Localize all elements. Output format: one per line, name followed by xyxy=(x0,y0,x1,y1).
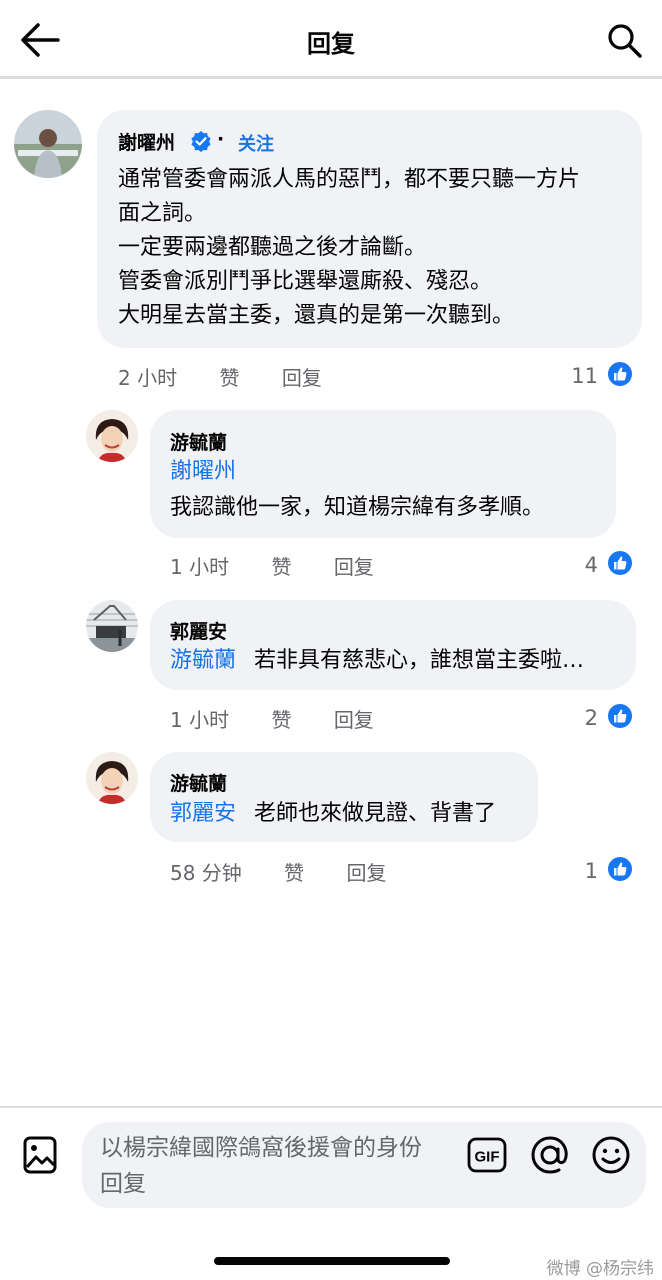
verified-badge-icon xyxy=(191,131,211,152)
avatar[interactable] xyxy=(86,752,138,804)
reply-button[interactable]: 回复 xyxy=(334,708,374,732)
comment-actions: 2 小时 赞 回复 xyxy=(118,362,358,391)
comment-text: 老師也來做見證、背書了 xyxy=(254,801,497,826)
comment-time: 58 分钟 xyxy=(170,861,242,885)
like-button[interactable]: 赞 xyxy=(219,366,239,390)
comment-author[interactable]: 游毓蘭 xyxy=(170,769,227,796)
reply-button[interactable]: 回复 xyxy=(334,555,374,579)
gif-icon[interactable]: GIF xyxy=(467,1137,507,1173)
comment-author[interactable]: 謝曜州 xyxy=(118,128,175,155)
home-indicator xyxy=(214,1257,450,1265)
like-count: 1 xyxy=(584,859,598,883)
like-thumb-icon xyxy=(606,549,634,577)
comment-time: 2 小时 xyxy=(118,366,178,390)
comment-time: 1 小时 xyxy=(170,708,230,732)
reply-input-placeholder: 以楊宗緯國際鴿窩後援會的身份回复 xyxy=(100,1135,422,1197)
like-thumb-icon xyxy=(606,702,634,730)
reply-button[interactable]: 回复 xyxy=(347,861,387,885)
like-thumb-icon xyxy=(606,360,634,388)
page-title: 回复 xyxy=(307,30,355,58)
top-bar: 回复 xyxy=(0,0,662,78)
comment-author[interactable]: 郭麗安 xyxy=(170,617,227,644)
like-button[interactable]: 赞 xyxy=(284,861,304,885)
comment-text-line: 面之詞。 xyxy=(118,201,207,226)
comment-actions: 1 小时 赞 回复 xyxy=(170,551,410,580)
like-button[interactable]: 赞 xyxy=(271,708,291,732)
dot-separator: · xyxy=(217,128,225,150)
emoji-icon[interactable] xyxy=(590,1134,632,1176)
comment-author[interactable]: 游毓蘭 xyxy=(170,428,227,455)
like-thumb-icon xyxy=(606,855,634,883)
like-button[interactable]: 赞 xyxy=(271,555,291,579)
avatar[interactable] xyxy=(86,600,138,652)
avatar[interactable] xyxy=(86,410,138,462)
comment-text-line: 大明星去當主委，還真的是第一次聽到。 xyxy=(118,303,515,328)
comment-time: 1 小时 xyxy=(170,555,230,579)
at-sign-icon[interactable] xyxy=(529,1134,571,1176)
composer-divider xyxy=(0,1106,662,1108)
comment-text-line: 一定要兩邊都聽過之後才論斷。 xyxy=(118,235,427,260)
mention-link[interactable]: 游毓蘭 xyxy=(170,643,236,678)
reply-input[interactable]: 以楊宗緯國際鴿窩後援會的身份回复 GIF xyxy=(82,1122,646,1208)
search-icon[interactable] xyxy=(604,20,644,60)
photo-icon[interactable] xyxy=(22,1135,58,1175)
like-count: 2 xyxy=(584,706,598,730)
comment-text: 我認識他一家，知道楊宗緯有多孝順。 xyxy=(170,495,545,520)
mention-link[interactable]: 謝曜州 xyxy=(170,454,236,489)
comment-text-line: 通常管委會兩派人馬的惡鬥，都不要只聽一方片 xyxy=(118,167,581,192)
comment-text: 若非具有慈悲心，誰想當主委啦… xyxy=(254,648,585,673)
follow-button[interactable]: 关注 xyxy=(238,130,274,156)
gif-label: GIF xyxy=(475,1149,500,1166)
like-count: 4 xyxy=(584,553,598,577)
avatar[interactable] xyxy=(14,110,82,178)
header-divider xyxy=(0,76,662,79)
mention-link[interactable]: 郭麗安 xyxy=(170,796,236,831)
watermark: 微博 @杨宗纬 xyxy=(546,1259,654,1279)
comment-text-line: 管委會派別鬥爭比選舉還廝殺、殘忍。 xyxy=(118,269,493,294)
comment-actions: 58 分钟 赞 回复 xyxy=(170,857,423,886)
like-count: 11 xyxy=(571,364,598,388)
reply-button[interactable]: 回复 xyxy=(282,366,322,390)
comment-actions: 1 小时 赞 回复 xyxy=(170,704,410,733)
